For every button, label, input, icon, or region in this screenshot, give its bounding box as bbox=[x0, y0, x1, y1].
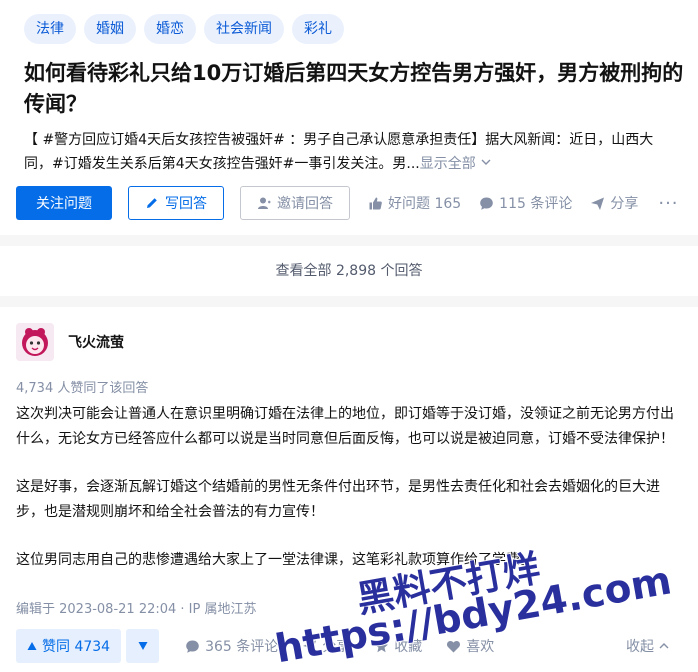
thumb-up-icon bbox=[369, 197, 382, 209]
topic-tag[interactable]: 法律 bbox=[24, 14, 76, 44]
write-answer-label: 写回答 bbox=[165, 196, 207, 212]
invite-user-icon bbox=[258, 197, 271, 209]
topic-tag[interactable]: 婚恋 bbox=[144, 14, 196, 44]
like-label: 喜欢 bbox=[466, 639, 495, 655]
view-all-answers-link[interactable]: 查看全部 2,898 个回答 bbox=[0, 246, 698, 296]
question-share-label: 分享 bbox=[610, 196, 639, 212]
favorite-button[interactable]: 收藏 bbox=[374, 636, 422, 656]
answer-comments-button[interactable]: 365 条评论 bbox=[185, 636, 278, 656]
collapse-button[interactable]: 收起 bbox=[626, 636, 670, 656]
write-answer-button[interactable]: 写回答 bbox=[128, 186, 224, 220]
answer-author: 飞火流萤 bbox=[16, 323, 124, 361]
question-excerpt-text: 【 #警方回应订婚4天后女孩控告被强奸# ：男子自己承认愿意承担责任】据大风新闻… bbox=[24, 132, 654, 172]
topic-tag[interactable]: 彩礼 bbox=[292, 14, 344, 44]
pencil-icon bbox=[147, 198, 157, 208]
like-button[interactable]: 喜欢 bbox=[446, 636, 494, 656]
answer-share-label: 分享 bbox=[322, 639, 351, 655]
heart-icon bbox=[447, 640, 461, 652]
more-options-button[interactable]: ··· bbox=[658, 193, 678, 214]
answer-card: 飞火流萤 4,734 人赞同了该回答 这次判决可能会让普通人在意识里明确订婚在法… bbox=[0, 307, 698, 672]
show-all-link[interactable]: 显示全部 bbox=[420, 156, 492, 172]
avatar-image bbox=[16, 323, 54, 361]
question-excerpt: 【 #警方回应订婚4天后女孩控告被强奸# ：男子自己承认愿意承担责任】据大风新闻… bbox=[24, 128, 679, 176]
share-icon bbox=[591, 197, 605, 210]
invite-answer-button[interactable]: 邀请回答 bbox=[240, 186, 350, 220]
answer-paragraph: 这位男同志用自己的悲惨遭遇给大家上了一堂法律课，这笔彩礼款项算作给了学费。 bbox=[16, 552, 534, 568]
answer-share-button[interactable]: 分享 bbox=[302, 636, 350, 656]
upvote-label: 赞同 4734 bbox=[42, 639, 111, 655]
chevron-down-icon bbox=[481, 159, 491, 165]
chevron-up-icon bbox=[659, 643, 669, 649]
collapse-label: 收起 bbox=[626, 639, 654, 655]
follow-label: 关注问题 bbox=[36, 196, 92, 212]
topic-list: 法律 婚姻 婚恋 社会新闻 彩礼 bbox=[24, 14, 344, 44]
question-card: 法律 婚姻 婚恋 社会新闻 彩礼 如何看待彩礼只给10万订婚后第四天女方控告男方… bbox=[0, 0, 698, 235]
answer-content: 这次判决可能会让普通人在意识里明确订婚在法律上的地位，即订婚等于没订婚，没领证之… bbox=[16, 402, 684, 597]
edited-info: 编辑于 2023-08-21 22:04 · IP 属地江苏 bbox=[16, 602, 257, 617]
topic-tag[interactable]: 社会新闻 bbox=[204, 14, 284, 44]
comment-icon bbox=[186, 640, 199, 653]
question-actions: 关注问题 写回答 邀请回答 好问题 165 115 条评论 分享 ··· bbox=[16, 186, 690, 220]
question-title: 如何看待彩礼只给10万订婚后第四天女方控告男方强奸，男方被刑拘的传闻？ bbox=[24, 61, 684, 116]
triangle-down-icon bbox=[138, 642, 148, 650]
show-all-label: 显示全部 bbox=[419, 156, 476, 172]
invite-label: 邀请回答 bbox=[277, 196, 333, 212]
author-name[interactable]: 飞火流萤 bbox=[68, 332, 124, 352]
triangle-up-icon bbox=[27, 642, 37, 650]
answer-paragraph: 这是好事，会逐渐瓦解订婚这个结婚前的男性无条件付出环节，是男性去责任化和社会去婚… bbox=[16, 479, 660, 520]
favorite-label: 收藏 bbox=[394, 639, 423, 655]
downvote-button[interactable] bbox=[126, 629, 160, 663]
follow-question-button[interactable]: 关注问题 bbox=[16, 186, 112, 220]
good-question-button[interactable]: 好问题 165 bbox=[368, 193, 461, 213]
avatar[interactable] bbox=[16, 323, 54, 361]
question-comments-button[interactable]: 115 条评论 bbox=[479, 193, 572, 213]
topic-tag[interactable]: 婚姻 bbox=[84, 14, 136, 44]
star-icon bbox=[375, 639, 389, 652]
answer-paragraph: 这次判决可能会让普通人在意识里明确订婚在法律上的地位，即订婚等于没订婚，没领证之… bbox=[16, 406, 674, 447]
good-question-count: 好问题 165 bbox=[388, 196, 462, 212]
answer-comments-count: 365 条评论 bbox=[205, 639, 279, 655]
question-comments-count: 115 条评论 bbox=[499, 196, 573, 212]
comment-icon bbox=[480, 197, 493, 210]
answer-actions: 赞同 4734 365 条评论 分享 收藏 喜欢 收起 bbox=[16, 629, 688, 663]
upvote-button[interactable]: 赞同 4734 bbox=[16, 629, 122, 663]
share-icon bbox=[303, 640, 317, 653]
votes-summary: 4,734 人赞同了该回答 bbox=[16, 381, 149, 396]
question-share-button[interactable]: 分享 bbox=[590, 193, 638, 213]
